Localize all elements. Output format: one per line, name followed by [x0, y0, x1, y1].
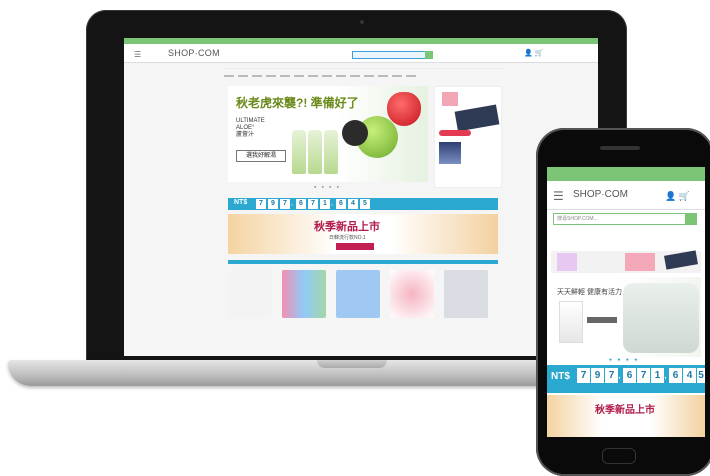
counter-digit: 1	[651, 368, 664, 383]
mobile-hero-title: 天天鮮輕 健康有活力	[557, 289, 622, 296]
shopcom-logo[interactable]: SHOP·COM	[573, 189, 628, 200]
carousel-dots[interactable]: ● ● ● ●	[609, 357, 639, 363]
fall-sale-subtitle: 日韓流行款NO.1	[329, 235, 366, 241]
counter-digit: 5	[360, 199, 370, 209]
user-cart-icons[interactable]: 👤 🛒	[665, 191, 690, 202]
counter-digit: 7	[280, 199, 290, 209]
counter-separator: ,	[331, 200, 333, 207]
mobile-promo-bar[interactable]	[547, 167, 705, 181]
camera	[360, 20, 364, 24]
family-image	[623, 283, 699, 353]
counter-digit: 1	[320, 199, 330, 209]
shopcom-logo[interactable]: SHOP·COM	[168, 48, 220, 58]
banner-button[interactable]: 選我好解渴	[236, 150, 286, 162]
search-icon[interactable]	[685, 213, 697, 225]
promo-image	[625, 253, 655, 271]
counter-digit: 4	[683, 368, 696, 383]
phone-speaker	[600, 146, 640, 150]
mobile-screen: ☰ SHOP·COM 👤 🛒 搜尋SHOP.COM... 天天鮮輕 健康有活力 …	[547, 167, 705, 437]
counter-digit: 7	[605, 368, 618, 383]
banner-subtitle: ULTIMATE ALOE° 蘆薈汁	[236, 118, 265, 138]
product-lamp[interactable]	[390, 270, 434, 318]
aloe-bottle	[308, 130, 322, 174]
product-pan[interactable]	[228, 270, 272, 318]
desktop-search-input[interactable]	[352, 51, 426, 59]
counter-digit: 9	[591, 368, 604, 383]
product-glassware[interactable]	[444, 270, 488, 318]
product-bottles[interactable]	[282, 270, 326, 318]
promo-badge	[342, 120, 368, 146]
counter-digit: 9	[268, 199, 278, 209]
counter-digit: 6	[296, 199, 306, 209]
user-cart-icons[interactable]: 👤 🛒	[524, 49, 543, 57]
search-icon[interactable]	[425, 51, 433, 59]
counter-digit: 6	[336, 199, 346, 209]
aloe-bottle	[324, 130, 338, 174]
counter-currency: NT$	[551, 371, 570, 382]
counter-digit: 7	[637, 368, 650, 383]
fall-sale-title: 秋季新品上市	[595, 405, 655, 416]
side-promo-button[interactable]	[439, 130, 471, 136]
product-image	[559, 301, 583, 343]
carousel-dots[interactable]: ● ● ● ●	[314, 184, 341, 189]
home-button[interactable]	[602, 448, 636, 464]
mobile-search-input[interactable]: 搜尋SHOP.COM...	[553, 213, 688, 225]
banner-headline: 秋老虎來襲?! 準備好了	[236, 96, 359, 110]
counter-separator: ,	[664, 370, 667, 381]
counter-digit: 7	[577, 368, 590, 383]
counter-digit: 6	[669, 368, 682, 383]
side-promo-image	[442, 92, 458, 106]
fall-sale-button[interactable]	[336, 243, 374, 250]
counter-digit: 7	[256, 199, 266, 209]
promo-image	[557, 253, 577, 271]
city-image	[439, 142, 461, 164]
counter-digit: 5	[697, 368, 705, 383]
counter-separator: ,	[291, 200, 293, 207]
hamburger-icon[interactable]: ☰	[134, 50, 141, 59]
counter-digit: 4	[348, 199, 358, 209]
fall-sale-title: 秋季新品上市	[314, 221, 380, 233]
desktop-screen: ☰ SHOP·COM 👤 🛒 秋老虎來襲?! 準備好了 ULTIMATE ALO…	[124, 38, 598, 356]
counter-digit: 6	[623, 368, 636, 383]
counter-currency: NT$	[234, 199, 248, 206]
aloe-bottle	[292, 130, 306, 174]
desktop-nav[interactable]	[224, 64, 504, 77]
strawberry-image	[387, 92, 421, 126]
counter-separator: ,	[618, 370, 621, 381]
hamburger-icon[interactable]: ☰	[553, 189, 564, 203]
hero-button[interactable]	[587, 317, 617, 323]
product-bedding[interactable]	[336, 270, 380, 318]
counter-digit: 7	[308, 199, 318, 209]
section-strip	[228, 260, 498, 264]
laptop-notch	[317, 360, 387, 368]
